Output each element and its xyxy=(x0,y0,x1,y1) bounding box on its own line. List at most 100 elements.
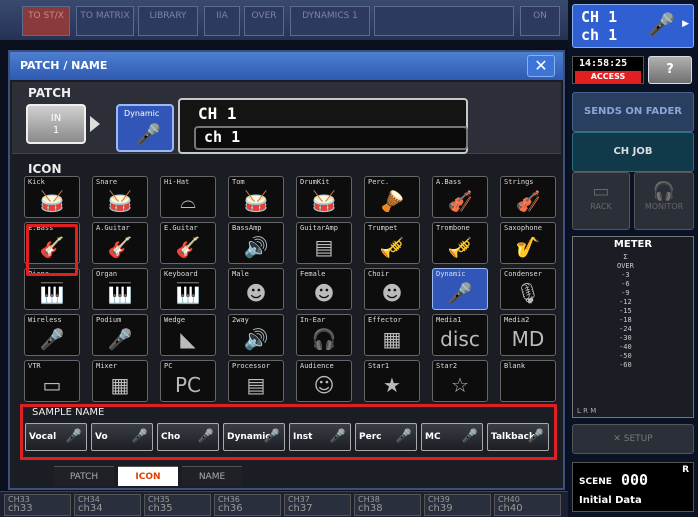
icon-tile-audience[interactable]: Audience ☺ xyxy=(296,360,352,402)
icon-tile-keyboard[interactable]: Keyboard 🎹 xyxy=(160,268,216,310)
tab-icon[interactable]: ICON xyxy=(118,466,178,486)
monitor-label: MONITOR xyxy=(644,202,684,211)
channel-strip-ch40[interactable]: CH40 ch40 xyxy=(494,494,561,516)
icon-tile-star1[interactable]: Star1 ★ xyxy=(364,360,420,402)
icon-tile-label: E.Guitar xyxy=(164,224,198,232)
sample-name-button-dynamic[interactable]: Dynamic 🎤 xyxy=(223,423,285,451)
microphone-icon: 🎤 xyxy=(329,429,346,444)
icon-tile-label: In-Ear xyxy=(300,316,326,324)
channel-icon-button[interactable]: Dynamic 🎤 xyxy=(116,104,174,152)
icon-tile-organ[interactable]: Organ 🎹 xyxy=(92,268,148,310)
meter-scale-tick: -24 xyxy=(619,325,632,333)
sample-name-button-vocal[interactable]: Vocal 🎤 xyxy=(25,423,87,451)
icon-tile-tom[interactable]: Tom 🥁 xyxy=(228,176,284,218)
icon-tile-wireless[interactable]: Wireless 🎤 xyxy=(24,314,80,356)
arrow-right-icon xyxy=(90,116,100,132)
meter-scale-tick: -9 xyxy=(621,289,630,297)
icon-tile-snare[interactable]: Snare 🥁 xyxy=(92,176,148,218)
icon-tile-choir[interactable]: Choir ☻ xyxy=(364,268,420,310)
channel-strip-ch37[interactable]: CH37 ch37 xyxy=(284,494,351,516)
close-button[interactable]: ✕ xyxy=(527,55,555,77)
channel-strip-ch33[interactable]: CH33 ch33 xyxy=(4,494,71,516)
icon-tile-media2[interactable]: Media2 MD xyxy=(500,314,556,356)
rack-button[interactable]: ▭ RACK xyxy=(572,172,630,230)
icon-tile-guitaramp[interactable]: GuitarAmp ▤ xyxy=(296,222,352,264)
library-tab[interactable]: LIBRARY xyxy=(138,6,198,36)
sample-name-button-cho[interactable]: Cho 🎤 xyxy=(157,423,219,451)
icon-tile-processor[interactable]: Processor ▤ xyxy=(228,360,284,402)
icon-tile-blank[interactable]: Blank xyxy=(500,360,556,402)
setup-button[interactable]: ✕ SETUP xyxy=(572,424,694,454)
icon-tile-wedge[interactable]: Wedge ◣ xyxy=(160,314,216,356)
channel-strip-ch35[interactable]: CH35 ch35 xyxy=(144,494,211,516)
sample-name-button-perc[interactable]: Perc 🎤 xyxy=(355,423,417,451)
channel-strip-ch34[interactable]: CH34 ch34 xyxy=(74,494,141,516)
channel-name: ch37 xyxy=(288,503,313,514)
sample-name-button-inst[interactable]: Inst 🎤 xyxy=(289,423,351,451)
icon-tile-2way[interactable]: 2way 🔊 xyxy=(228,314,284,356)
channel-name-box: CH 1 ch 1 xyxy=(178,98,468,154)
tab-patch[interactable]: PATCH xyxy=(54,466,114,486)
channel-strip-ch36[interactable]: CH36 ch36 xyxy=(214,494,281,516)
monitor-button[interactable]: 🎧 MONITOR xyxy=(634,172,694,230)
sends-on-fader-button[interactable]: SENDS ON FADER xyxy=(572,92,694,132)
tab-name[interactable]: NAME xyxy=(182,466,242,486)
icon-tile-podium[interactable]: Podium 🎤 xyxy=(92,314,148,356)
ch-job-button[interactable]: CH JOB xyxy=(572,132,694,172)
icon-tile-strings[interactable]: Strings 🎻 xyxy=(500,176,556,218)
icon-tile-perc-[interactable]: Perc. 🪘 xyxy=(364,176,420,218)
icon-tile-condenser[interactable]: Condenser 🎙 xyxy=(500,268,556,310)
icon-tile-trumpet[interactable]: Trumpet 🎺 xyxy=(364,222,420,264)
channel-name-input[interactable]: ch 1 xyxy=(194,126,468,150)
sample-name-button-mc[interactable]: MC 🎤 xyxy=(421,423,483,451)
microphone-icon: 🎤 xyxy=(131,429,148,444)
meter-panel[interactable]: METER Σ OVER -3 -6 -9 -12 -15 -18 -24 -30 -40 -50 -6… xyxy=(572,236,694,418)
icon-tile-media1[interactable]: Media1 disc xyxy=(432,314,488,356)
over-indicator: OVER xyxy=(244,6,284,36)
icon-tile-label: GuitarAmp xyxy=(300,224,338,232)
icon-tile-mixer[interactable]: Mixer ▦ xyxy=(92,360,148,402)
icon-tile-vtr[interactable]: VTR ▭ xyxy=(24,360,80,402)
sample-name-button-vo[interactable]: Vo 🎤 xyxy=(91,423,153,451)
meter-scale-tick: -15 xyxy=(619,307,632,315)
icon-tile-e-guitar[interactable]: E.Guitar 🎸 xyxy=(160,222,216,264)
icon-tile-label: Condenser xyxy=(504,270,542,278)
channel-strip-ch38[interactable]: CH38 ch38 xyxy=(354,494,421,516)
icon-tile-hi-hat[interactable]: Hi-Hat ⌓ xyxy=(160,176,216,218)
to-stx-tab[interactable]: TO ST/X xyxy=(22,6,70,36)
drumkit-icon: 🥁 xyxy=(311,189,337,213)
icon-tile-saxophone[interactable]: Saxophone 🎷 xyxy=(500,222,556,264)
icon-tile-label: Choir xyxy=(368,270,390,278)
icon-tile-male[interactable]: Male ☻ xyxy=(228,268,284,310)
wedge-icon: ◣ xyxy=(180,327,196,351)
icon-tile-a-guitar[interactable]: A.Guitar 🎸 xyxy=(92,222,148,264)
icon-tile-label: Dynamic xyxy=(436,270,466,278)
icon-tile-label: Media2 xyxy=(504,316,530,324)
icon-tile-star2[interactable]: Star2 ☆ xyxy=(432,360,488,402)
sample-name-button-talkback[interactable]: Talkback 🎤 xyxy=(487,423,549,451)
icon-tile-label: Tom xyxy=(232,178,245,186)
icon-tile-kick[interactable]: Kick 🥁 xyxy=(24,176,80,218)
icon-tile-in-ear[interactable]: In-Ear 🎧 xyxy=(296,314,352,356)
selected-channel-header[interactable]: CH 1 ch 1 🎤 ▶ xyxy=(572,4,694,48)
selected-channel-name: ch 1 xyxy=(581,26,618,44)
channel-icon-label: Dynamic xyxy=(124,109,160,118)
on-indicator: ON xyxy=(520,6,560,36)
icon-tile-drumkit[interactable]: DrumKit 🥁 xyxy=(296,176,352,218)
scene-display[interactable]: SCENE 000 R Initial Data xyxy=(572,462,694,512)
icon-tile-effector[interactable]: Effector ▦ xyxy=(364,314,420,356)
icon-tile-pc[interactable]: PC PC xyxy=(160,360,216,402)
input-patch-button[interactable]: IN 1 xyxy=(26,104,86,144)
meter-scale-tick: -30 xyxy=(619,334,632,342)
icon-tile-label: Wedge xyxy=(164,316,186,324)
channel-strip-ch39[interactable]: CH39 ch39 xyxy=(424,494,491,516)
meter-scale-tick: -3 xyxy=(621,271,630,279)
icon-tile-female[interactable]: Female ☻ xyxy=(296,268,352,310)
dynamics-tab[interactable]: DYNAMICS 1 xyxy=(290,6,370,36)
help-button[interactable]: ? xyxy=(648,56,692,84)
to-matrix-tab[interactable]: TO MATRIX xyxy=(76,6,134,36)
icon-tile-bassamp[interactable]: BassAmp 🔊 xyxy=(228,222,284,264)
icon-tile-trombone[interactable]: Trombone 🎺 xyxy=(432,222,488,264)
icon-tile-dynamic[interactable]: Dynamic 🎤 xyxy=(432,268,488,310)
icon-tile-a-bass[interactable]: A.Bass 🎻 xyxy=(432,176,488,218)
